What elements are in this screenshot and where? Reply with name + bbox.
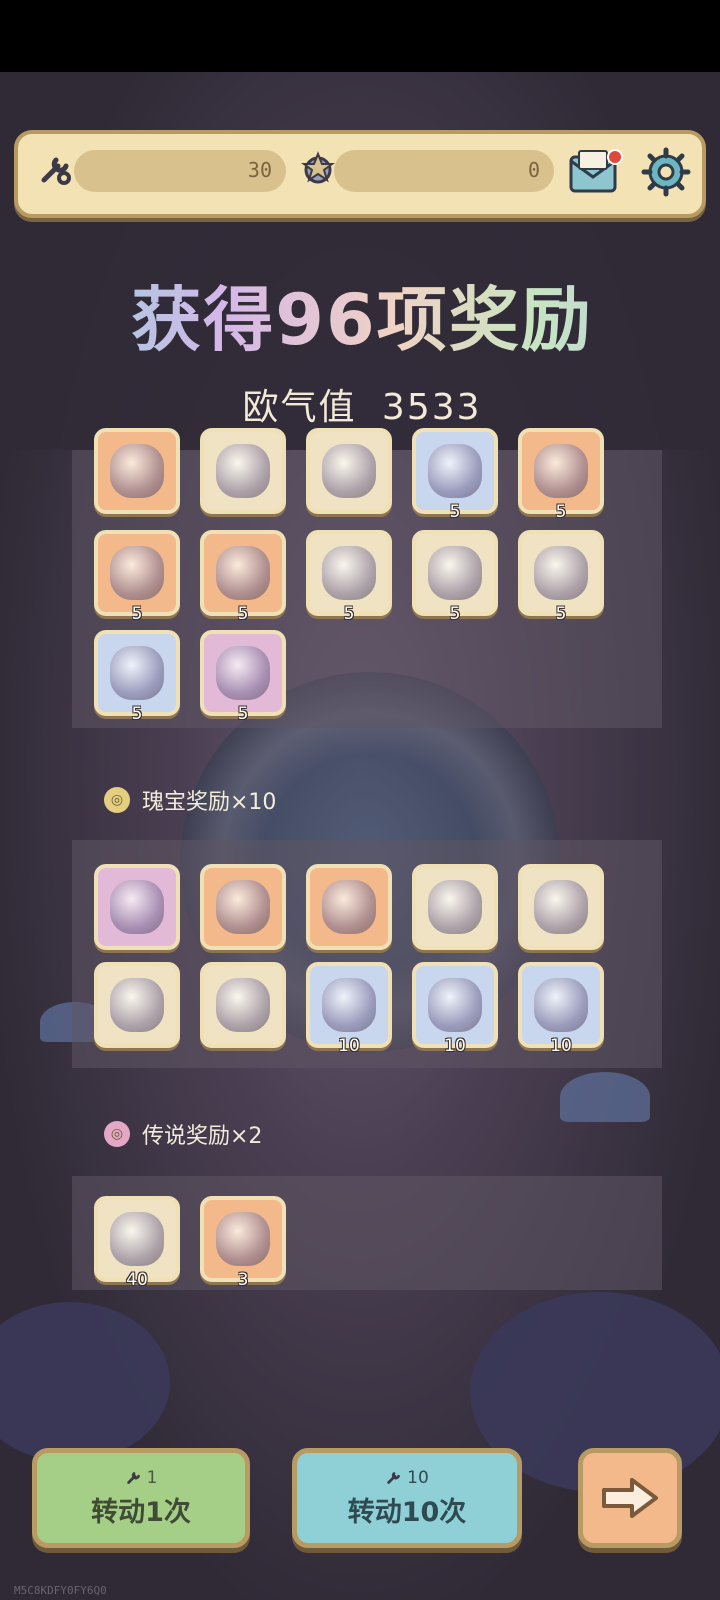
reward-tile[interactable] <box>200 428 286 514</box>
reward-count: 10 <box>550 1036 572 1056</box>
treasure-section-header: ◎ 瑰宝奖励×10 <box>104 782 276 818</box>
scroll-potion-icon <box>216 444 270 498</box>
wrench-ticket-icon <box>387 1471 401 1484</box>
fire-crest-icon <box>110 546 164 600</box>
reward-tile[interactable]: 40 <box>94 1196 180 1290</box>
ice-crystal-icon <box>534 978 588 1032</box>
spin-ticket-value: 30 <box>247 158 272 182</box>
reward-count: 5 <box>555 604 567 624</box>
reward-tile[interactable] <box>518 864 604 950</box>
luck-value: 3533 <box>381 387 482 428</box>
luck-value-line: 欧气值 3533 <box>12 378 712 430</box>
treasure-chest-icon <box>428 880 482 934</box>
reward-count: 5 <box>237 704 249 724</box>
reward-tile[interactable] <box>94 864 180 950</box>
spin-once-cost-value: 1 <box>146 1467 158 1488</box>
reward-tile[interactable] <box>94 428 180 514</box>
pink-rune-cube-icon <box>216 646 270 700</box>
fire-crest-icon <box>216 546 270 600</box>
medal-counter: 0 <box>334 150 554 192</box>
open-map-book-icon <box>110 978 164 1032</box>
reward-tile[interactable] <box>200 864 286 950</box>
reward-tile[interactable]: 10 <box>518 962 604 1056</box>
reward-tile[interactable]: 5 <box>518 428 604 522</box>
reward-count: 5 <box>555 502 567 522</box>
spin-once-cost: 1 <box>125 1467 158 1488</box>
watermark: M5C8KDFY0FY6Q0 <box>14 1584 107 1597</box>
reward-tile[interactable]: 5 <box>94 530 180 624</box>
mail-button[interactable] <box>566 144 626 200</box>
reward-tile[interactable] <box>306 864 392 950</box>
reward-count: 5 <box>449 604 461 624</box>
gold-coin-icon: ◎ <box>104 787 130 813</box>
reward-tile[interactable]: 5 <box>200 630 286 724</box>
blue-gem-egg-icon <box>216 880 270 934</box>
medal-value: 0 <box>527 158 540 182</box>
mail-icon <box>569 149 623 193</box>
ancient-map-icon <box>110 1212 164 1266</box>
ancient-tablet-icon <box>534 880 588 934</box>
reward-count: 5 <box>237 604 249 624</box>
reward-popup-header: 获得96项奖励 欧气值 3533 <box>12 222 712 450</box>
reward-tile[interactable] <box>94 962 180 1048</box>
reward-tile[interactable] <box>412 864 498 950</box>
reward-count: 10 <box>444 1036 466 1056</box>
spin-ticket-counter: 30 <box>74 150 286 192</box>
stone-totem-icon <box>110 880 164 934</box>
reward-tile[interactable] <box>200 962 286 1048</box>
ice-crystal-icon <box>110 646 164 700</box>
spin-ten-label: 转动10次 <box>347 1496 467 1528</box>
luck-label: 欧气值 <box>242 387 357 428</box>
reward-tile[interactable]: 10 <box>412 962 498 1056</box>
reward-tile[interactable]: 5 <box>518 530 604 624</box>
fire-crest-icon <box>534 444 588 498</box>
blue-gem-egg-icon <box>322 880 376 934</box>
reward-tile[interactable]: 5 <box>306 530 392 624</box>
reward-tile[interactable]: 5 <box>412 428 498 522</box>
reward-tile[interactable]: 5 <box>94 630 180 724</box>
legendary-section-header: ◎ 传说奖励×2 <box>104 1116 262 1152</box>
wrench-ticket-icon <box>126 1471 140 1484</box>
golden-gauntlet-icon <box>428 546 482 600</box>
reward-count: 5 <box>343 604 355 624</box>
spellbook-icon <box>322 444 376 498</box>
reward-tile[interactable]: 3 <box>200 1196 286 1290</box>
arrow-right-icon <box>602 1478 658 1518</box>
golden-gauntlet-icon <box>322 546 376 600</box>
spin-ten-button[interactable]: 10 转动10次 <box>292 1448 522 1548</box>
reward-count: 5 <box>131 704 143 724</box>
reward-count: 40 <box>126 1270 148 1290</box>
treasure-section-label: 瑰宝奖励×10 <box>142 790 277 815</box>
legendary-section-label: 传说奖励×2 <box>142 1124 263 1149</box>
crystal-crown-icon <box>110 444 164 498</box>
golden-gauntlet-icon <box>534 546 588 600</box>
reward-tile[interactable] <box>306 428 392 514</box>
water-orb-icon <box>322 978 376 1032</box>
pink-coin-icon: ◎ <box>104 1121 130 1147</box>
reward-count: 5 <box>131 604 143 624</box>
reward-tile[interactable]: 10 <box>306 962 392 1056</box>
spin-ten-cost: 10 <box>385 1468 429 1488</box>
spin-once-label: 转动1次 <box>91 1496 191 1528</box>
reward-count: 3 <box>237 1270 249 1290</box>
resource-bar: 30 0 <box>14 130 706 218</box>
popup-title: 获得96项奖励 <box>12 264 712 365</box>
next-button[interactable] <box>578 1448 682 1548</box>
gear-icon <box>641 147 691 197</box>
reward-tile[interactable]: 5 <box>200 530 286 624</box>
water-orb-icon <box>428 444 482 498</box>
reward-tile[interactable]: 5 <box>412 530 498 624</box>
settings-button[interactable] <box>638 144 694 200</box>
golden-globe-icon <box>216 978 270 1032</box>
reward-count: 5 <box>449 502 461 522</box>
spin-ten-cost-value: 10 <box>407 1467 429 1488</box>
mushroom-decoration <box>560 1072 650 1122</box>
status-bar <box>0 0 720 72</box>
pumpkin-decoration <box>0 1302 170 1462</box>
spin-once-button[interactable]: 1 转动1次 <box>32 1448 250 1548</box>
reward-count: 10 <box>338 1036 360 1056</box>
water-drop-orb-icon <box>428 978 482 1032</box>
spirit-orb-icon <box>216 1212 270 1266</box>
